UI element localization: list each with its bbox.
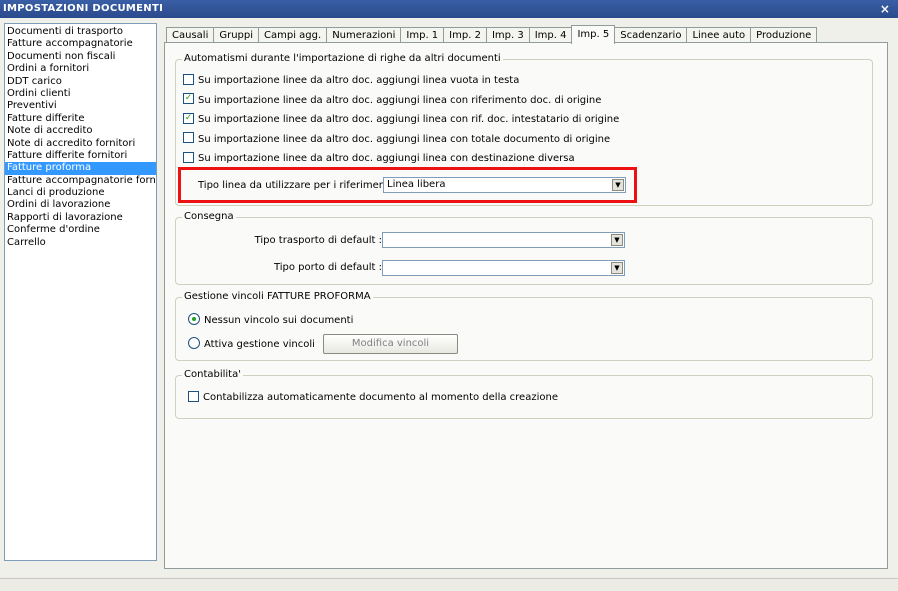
no-constraints-radio[interactable] xyxy=(188,313,200,325)
tab-produzione[interactable]: Produzione xyxy=(750,27,818,43)
import-option-label: Su importazione linee da altro doc. aggi… xyxy=(198,133,611,145)
auto-accounting-checkbox[interactable] xyxy=(188,390,199,402)
import-option-label: Su importazione linee da altro doc. aggi… xyxy=(198,75,520,86)
window-title-bar: IMPOSTAZIONI DOCUMENTI × xyxy=(0,0,898,18)
import-option-5[interactable]: Su importazione linee da altro doc. aggi… xyxy=(183,151,575,166)
tab-imp-2[interactable]: Imp. 2 xyxy=(443,27,487,43)
constraints-group: Gestione vincoli FATTURE PROFORMA Nessun… xyxy=(175,291,873,361)
list-item[interactable]: Conferme d'ordine xyxy=(5,224,156,236)
tab-imp-5[interactable]: Imp. 5 xyxy=(571,25,616,44)
import-option-checkbox[interactable] xyxy=(183,151,194,163)
port-type-dropdown[interactable]: ▼ xyxy=(382,260,625,276)
import-option-1[interactable]: Su importazione linee da altro doc. aggi… xyxy=(183,73,520,88)
list-item[interactable]: Documenti di trasporto xyxy=(5,26,156,38)
window-title: IMPOSTAZIONI DOCUMENTI xyxy=(3,3,164,14)
import-option-label: Su importazione linee da altro doc. aggi… xyxy=(198,94,602,106)
tab-imp-4[interactable]: Imp. 4 xyxy=(528,27,573,43)
document-type-list[interactable]: Documenti di trasporto Fatture accompagna… xyxy=(4,23,157,561)
list-item[interactable]: Fatture differite fornitori xyxy=(5,150,156,162)
port-type-label: Tipo porto di default : xyxy=(273,262,382,273)
active-constraints-radio[interactable] xyxy=(188,337,200,349)
accounting-group-title: Contabilita' xyxy=(182,369,243,381)
tab-numerazioni[interactable]: Numerazioni xyxy=(326,27,402,43)
import-option-label: Su importazione linee da altro doc. aggi… xyxy=(198,153,575,164)
list-item[interactable]: Note di accredito fornitori xyxy=(5,138,156,150)
tab-scadenzario[interactable]: Scadenzario xyxy=(614,27,688,43)
highlight-box xyxy=(178,167,637,203)
import-option-2[interactable]: ✓ Su importazione linee da altro doc. agg… xyxy=(183,93,602,108)
list-item[interactable]: Fatture accompagnatorie xyxy=(5,38,156,50)
import-option-checkbox[interactable] xyxy=(183,132,194,143)
chevron-down-icon[interactable]: ▼ xyxy=(611,234,623,246)
tab-causali[interactable]: Causali xyxy=(166,27,215,43)
transport-type-dropdown[interactable]: ▼ xyxy=(382,232,625,248)
import-option-checkbox[interactable] xyxy=(183,73,194,85)
tab-panel-imp5: Automatismi durante l'importazione di ri… xyxy=(164,42,888,569)
no-constraints-label: Nessun vincolo sui documenti xyxy=(204,315,354,326)
list-item[interactable]: Ordini a fornitori xyxy=(5,63,156,75)
delivery-group: Consegna Tipo trasporto di default : ▼ T… xyxy=(175,211,873,285)
list-item[interactable]: Documenti non fiscali xyxy=(5,51,156,63)
list-item[interactable]: Lanci di produzione xyxy=(5,187,156,199)
active-constraints-label: Attiva gestione vincoli xyxy=(204,339,315,350)
tab-gruppi[interactable]: Gruppi xyxy=(213,27,260,43)
list-item[interactable]: Fatture accompagnatorie fornito xyxy=(5,175,156,187)
import-option-3[interactable]: ✓ Su importazione linee da altro doc. agg… xyxy=(183,112,620,127)
list-item[interactable]: Ordini di lavorazione xyxy=(5,199,156,211)
chevron-down-icon[interactable]: ▼ xyxy=(611,262,623,274)
import-option-4[interactable]: Su importazione linee da altro doc. aggi… xyxy=(183,132,611,147)
import-group-title: Automatismi durante l'importazione di ri… xyxy=(182,53,503,65)
import-option-checkbox[interactable]: ✓ xyxy=(183,93,194,104)
transport-type-label: Tipo trasporto di default : xyxy=(254,235,382,246)
auto-accounting-label: Contabilizza automaticamente documento a… xyxy=(203,392,558,403)
no-constraints-option[interactable]: Nessun vincolo sui documenti xyxy=(188,313,354,328)
modify-constraints-button[interactable]: Modifica vincoli xyxy=(323,334,458,354)
list-item[interactable]: Fatture differite xyxy=(5,113,156,125)
tab-imp-1[interactable]: Imp. 1 xyxy=(400,27,445,43)
delivery-group-title: Consegna xyxy=(182,211,236,223)
tab-imp-3[interactable]: Imp. 3 xyxy=(485,27,530,43)
tab-campi-agg[interactable]: Campi agg. xyxy=(258,27,328,43)
list-item[interactable]: Carrello xyxy=(5,237,156,249)
list-item[interactable]: Rapporti di lavorazione xyxy=(5,212,156,224)
close-icon[interactable]: × xyxy=(878,0,892,18)
list-item[interactable]: Preventivi xyxy=(5,100,156,112)
list-item[interactable]: Ordini clienti xyxy=(5,88,156,100)
tab-linee-auto[interactable]: Linee auto xyxy=(686,27,752,43)
accounting-group: Contabilita' Contabilizza automaticament… xyxy=(175,369,873,419)
list-item[interactable]: Note di accredito xyxy=(5,125,156,137)
import-option-label: Su importazione linee da altro doc. aggi… xyxy=(198,114,620,125)
active-constraints-option[interactable]: Attiva gestione vincoli xyxy=(188,337,315,352)
constraints-group-title: Gestione vincoli FATTURE PROFORMA xyxy=(182,291,373,303)
list-item[interactable]: DDT carico xyxy=(5,76,156,88)
tab-bar: Causali Gruppi Campi agg. Numerazioni Imp. 1… xyxy=(166,24,818,44)
list-item[interactable]: Fatture proforma xyxy=(5,162,156,175)
status-bar xyxy=(0,578,898,591)
auto-accounting-option[interactable]: Contabilizza automaticamente documento a… xyxy=(188,390,558,405)
import-option-checkbox[interactable]: ✓ xyxy=(183,112,194,124)
